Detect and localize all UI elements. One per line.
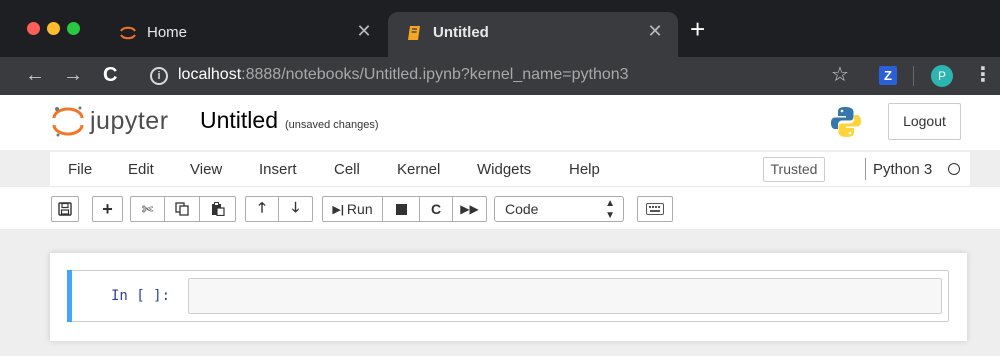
maximize-window-button[interactable] (67, 22, 80, 35)
new-tab-icon[interactable]: + (690, 16, 705, 42)
stop-icon (395, 203, 407, 215)
tab-untitled[interactable]: Untitled ✕ (388, 12, 678, 57)
url-path: :8888/notebooks/Untitled.ipynb?kernel_na… (241, 66, 629, 83)
cell-type-select[interactable]: Code ▲ ▼ (494, 196, 624, 222)
minimize-window-button[interactable] (47, 22, 60, 35)
trusted-indicator[interactable]: Trusted (763, 157, 825, 182)
select-arrows-icon: ▲ ▼ (605, 198, 615, 221)
run-button[interactable]: ▶| Run (322, 196, 383, 222)
tab-home[interactable]: Home ✕ (102, 12, 387, 57)
menu-view[interactable]: View (190, 161, 222, 178)
logout-button[interactable]: Logout (888, 103, 961, 140)
cell-type-value: Code (505, 201, 539, 217)
close-tab-icon[interactable]: ✕ (646, 21, 664, 42)
scissors-icon: ✄ (141, 200, 154, 217)
browser-address-bar: ← → C i localhost:8888/notebooks/Untitle… (0, 57, 1000, 95)
extension-z-icon[interactable]: Z (879, 66, 897, 85)
url-field[interactable]: localhost:8888/notebooks/Untitled.ipynb?… (178, 66, 629, 84)
insert-cell-button[interactable]: + (92, 196, 123, 222)
cut-cells-button[interactable]: ✄ (130, 196, 165, 222)
move-cell-up-button[interactable]: 🡑 (245, 196, 279, 222)
python-logo-icon (831, 107, 861, 137)
toolbar-divider (913, 66, 914, 86)
jupyter-logo-icon[interactable] (50, 103, 86, 139)
save-button[interactable] (51, 196, 79, 222)
forward-arrow-icon[interactable]: → (63, 64, 83, 86)
notebook-menubar: File Edit View Insert Cell Kernel Widget… (50, 152, 970, 187)
keyboard-icon (646, 203, 664, 215)
menu-help[interactable]: Help (569, 161, 600, 178)
jupyter-favicon-icon (119, 24, 137, 42)
tab-home-title: Home (147, 24, 188, 41)
step-forward-icon: ▶| (332, 203, 344, 216)
menu-edit[interactable]: Edit (128, 161, 154, 178)
close-window-button[interactable] (27, 22, 40, 35)
command-palette-button[interactable] (637, 196, 673, 222)
interrupt-kernel-button[interactable] (383, 196, 420, 222)
site-info-icon[interactable]: i (150, 67, 168, 85)
move-cell-down-button[interactable]: 🡓 (279, 196, 313, 222)
url-host: localhost (178, 66, 242, 83)
reload-icon[interactable]: C (103, 64, 117, 86)
run-label: Run (346, 201, 373, 217)
jupyter-header: jupyter Untitled (unsaved changes) Logou… (0, 95, 1000, 150)
notebook-toolbar: + ✄ 🡑 🡓 ▶| Run C ▶▶ Code ▲ ▼ (0, 187, 1000, 229)
kernel-idle-icon (948, 163, 960, 175)
notebook-title[interactable]: Untitled (200, 107, 278, 134)
close-tab-icon[interactable]: ✕ (355, 21, 373, 42)
paste-cells-button[interactable] (200, 196, 236, 222)
bookmark-star-icon[interactable]: ☆ (831, 64, 849, 86)
kernel-name[interactable]: Python 3 (873, 161, 932, 178)
profile-avatar[interactable]: P (931, 65, 953, 87)
arrow-down-icon: 🡓 (291, 199, 300, 215)
save-status: (unsaved changes) (285, 119, 379, 131)
menu-widgets[interactable]: Widgets (477, 161, 531, 178)
code-cell-editor[interactable] (188, 278, 942, 314)
notebook-favicon-icon (405, 24, 423, 42)
kernel-divider (865, 158, 866, 180)
tab-untitled-title: Untitled (433, 24, 489, 41)
fast-forward-icon: ▶▶ (460, 202, 479, 216)
jupyter-wordmark: jupyter (90, 107, 169, 135)
browser-menu-icon[interactable]: ⋮ (973, 64, 993, 86)
input-prompt: In [ ]: (111, 288, 171, 304)
restart-kernel-button[interactable]: C (420, 196, 453, 222)
copy-icon (175, 202, 189, 216)
restart-icon: C (430, 201, 442, 217)
menu-insert[interactable]: Insert (259, 161, 297, 178)
menu-kernel[interactable]: Kernel (397, 161, 440, 178)
selected-cell-indicator (67, 270, 72, 322)
menu-file[interactable]: File (68, 161, 92, 178)
browser-tab-bar: Home ✕ Untitled ✕ + (0, 0, 1000, 57)
plus-icon: + (102, 198, 113, 219)
paste-icon (211, 202, 225, 216)
save-icon (58, 202, 72, 216)
menu-cell[interactable]: Cell (334, 161, 360, 178)
arrow-up-icon: 🡑 (258, 199, 266, 215)
back-arrow-icon[interactable]: ← (25, 64, 45, 86)
copy-cells-button[interactable] (165, 196, 200, 222)
restart-run-all-button[interactable]: ▶▶ (453, 196, 487, 222)
